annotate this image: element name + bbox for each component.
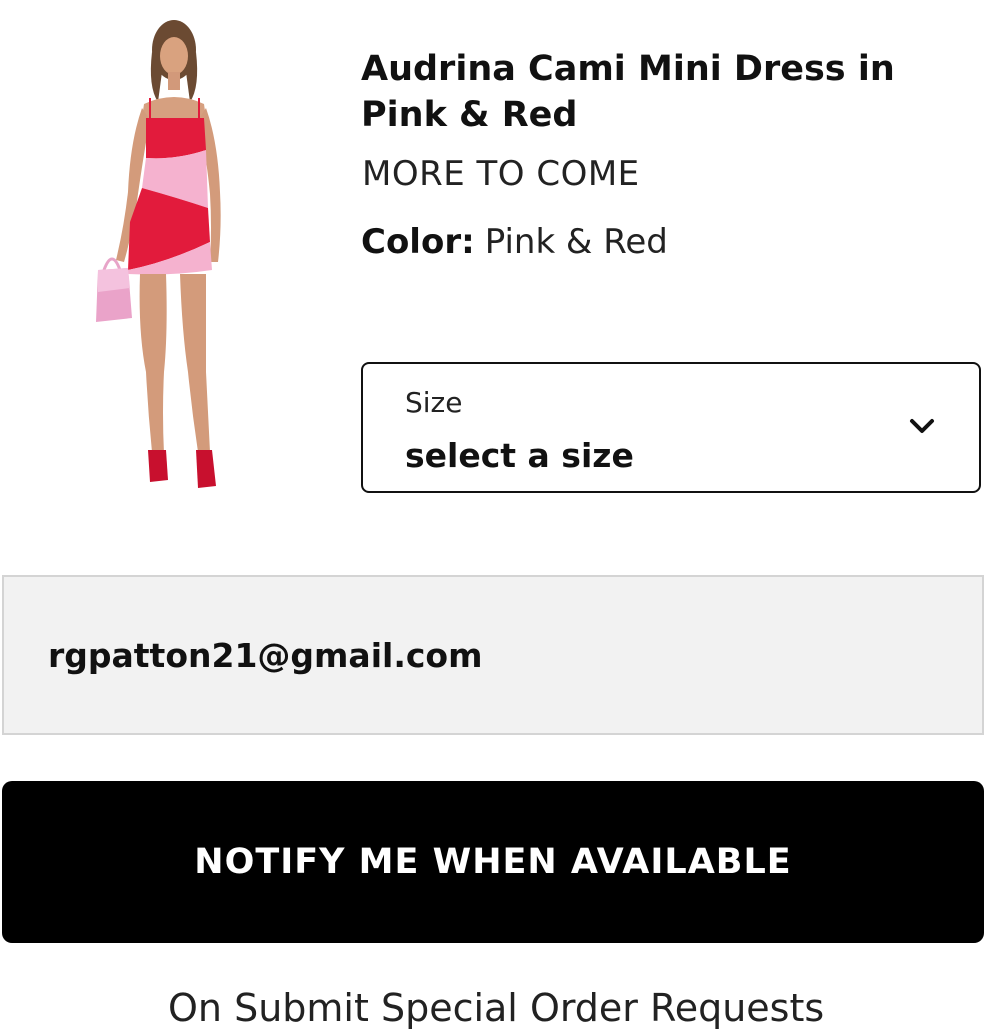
product-image[interactable]: [88, 12, 248, 502]
size-select-label: Size: [405, 386, 463, 419]
chevron-down-icon[interactable]: [909, 416, 935, 436]
color-row: Color: Pink & Red: [361, 220, 668, 264]
special-order-note: On Submit Special Order Requests: [168, 986, 825, 1030]
notify-me-button[interactable]: NOTIFY ME WHEN AVAILABLE: [2, 781, 984, 943]
product-title: Audrina Cami Mini Dress in Pink & Red: [361, 49, 895, 135]
color-value: Pink & Red: [484, 222, 668, 262]
size-select[interactable]: Size select a size: [361, 362, 981, 493]
color-label: Color:: [361, 222, 475, 262]
email-input[interactable]: [2, 575, 984, 735]
stock-status: MORE TO COME: [362, 154, 640, 194]
model-illustration: [96, 20, 221, 488]
size-select-value: select a size: [405, 436, 634, 475]
